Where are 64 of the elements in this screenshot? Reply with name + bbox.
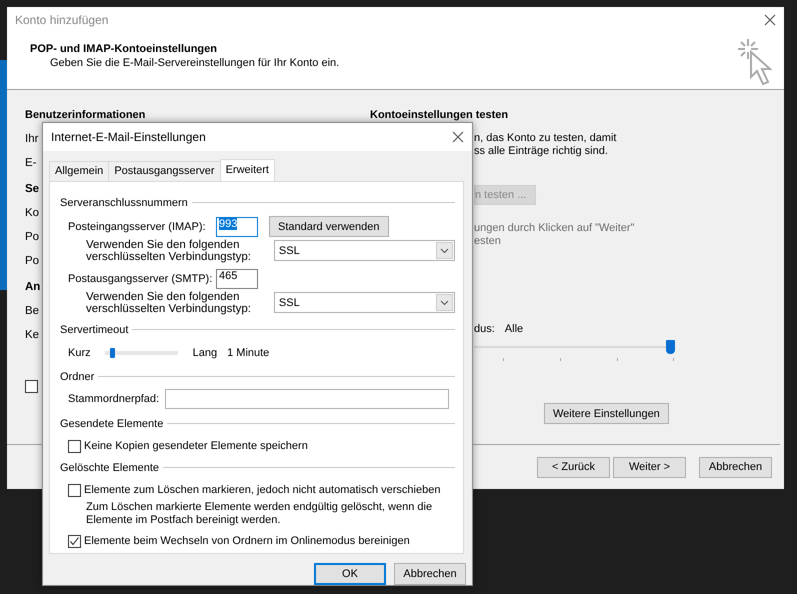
section-title: Kontoeinstellungen testen [370,108,508,122]
field-label: Verwenden Sie den folgenden verschlüsselten Verbindungstyp: [86,238,252,263]
close-icon[interactable] [764,14,776,26]
tab[interactable]: Allgemein [49,160,110,181]
checkbox-label[interactable]: Elemente beim Wechseln von Ordnern im Onlinemodus bereinigen [84,535,410,548]
footer-button[interactable]: < Zurück [537,456,610,478]
chevron-down-icon [436,294,453,312]
mode-value: Alle [504,323,524,336]
tab[interactable]: Erweitert [220,158,275,181]
dialog-button[interactable]: Abbrechen [394,563,466,585]
field-label: Verwenden Sie den folgenden verschlüsselten Verbindungstyp: [86,290,252,315]
default-button[interactable]: Standard verwenden [269,216,389,238]
footer-button[interactable]: Abbrechen [699,456,772,478]
section-heading: Se [25,182,40,196]
dropdown[interactable]: SSL [274,292,455,314]
field-label: Po [25,254,40,268]
group-title: Gesendete Elemente [60,418,164,430]
slider-value: 1 Minute [227,346,270,359]
field-label: Ihr [25,132,38,146]
more-settings-button[interactable]: Weitere Einstellungen [544,403,669,424]
checkbox[interactable] [68,534,81,548]
note-text: esten [474,235,502,248]
description-text: ss alle Einträge richtig sind. [474,145,609,158]
checkbox[interactable] [68,484,81,497]
checkbox[interactable] [25,380,38,394]
note-text: Zum Löschen markierte Elemente werden endgültig gelöscht, wenn die Elemente im Postfach bereinigt werden. [86,500,434,527]
mode-slider[interactable] [474,340,674,360]
window-title: Konto hinzufügen [15,13,108,28]
note-text: ungen durch Klicken auf "Weiter" [474,222,634,236]
dialog-button[interactable]: OK [314,563,386,585]
slider-thumb[interactable] [110,348,115,358]
slider-label: Lang [192,346,218,359]
field-label: Stammordnerpfad: [68,392,160,405]
field-label: Posteingangsserver (IMAP): [68,220,207,233]
slider-label: Kurz [68,346,91,359]
field-label: E- [25,156,36,170]
group-title: Gelöschte Elemente [60,462,160,474]
chevron-down-icon [436,242,453,260]
dialog-title: Internet-E-Mail-Einstellungen [51,130,206,144]
group-title: Servertimeout [60,324,128,336]
close-icon[interactable] [452,130,464,143]
mode-label: dus: [474,323,495,336]
timeout-slider[interactable] [104,350,178,355]
field-label: Be [25,304,40,318]
footer-button[interactable]: Weiter > [613,456,686,478]
field-label: Postausgangsserver (SMTP): [68,272,214,285]
port-field[interactable]: 465 [216,268,258,289]
dropdown[interactable]: SSL [274,240,455,262]
input-field[interactable] [165,388,450,409]
section-title: Benutzerinformationen [25,108,146,122]
port-field[interactable]: 993 [216,216,258,237]
page-subtitle: Geben Sie die E-Mail-Servereinstellungen für Ihr Konto ein. [50,57,340,70]
field-label: Ke [25,328,40,342]
field-label: Ko [25,206,40,220]
description-text: n, das Konto zu testen, damit [474,132,616,146]
slider-thumb[interactable] [666,340,675,354]
checkbox-label[interactable]: Elemente zum Löschen markieren, jedoch nicht automatisch verschieben [84,484,440,496]
field-label: Po [25,230,40,244]
group-title: Serveranschlussnummern [60,196,188,209]
page-title: POP- und IMAP-Kontoeinstellungen [30,43,218,56]
group-title: Ordner [60,370,94,383]
checkbox[interactable] [68,440,81,453]
section-heading: An [25,280,40,294]
checkbox-label[interactable]: Keine Kopien gesendeter Elemente speichern [84,440,308,452]
